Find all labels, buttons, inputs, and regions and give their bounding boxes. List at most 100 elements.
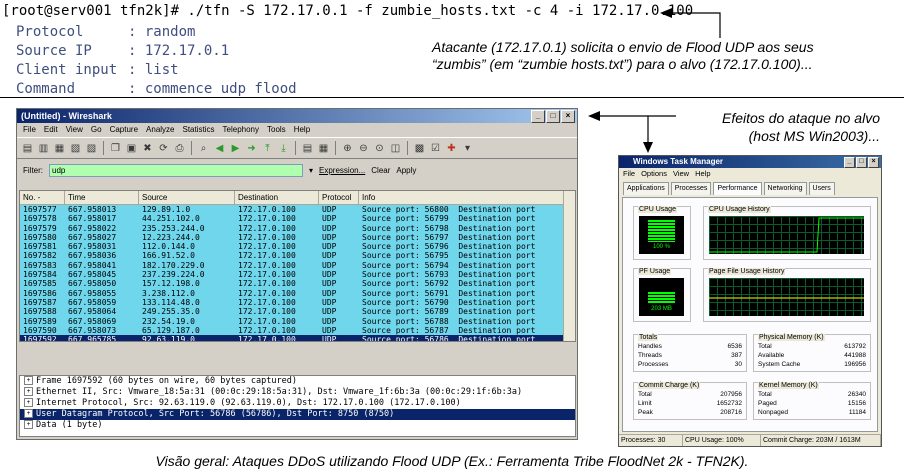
- packet-row[interactable]: 1697584 667.958045 237.239.224.0 172.17.0.1…: [20, 270, 575, 280]
- goto-icon[interactable]: ➜: [245, 142, 258, 155]
- packet-row[interactable]: 1697588 667.958064 249.255.35.0 172.17.0.10…: [20, 307, 575, 317]
- minimize-icon[interactable]: _: [531, 110, 545, 123]
- filter-dropdown-icon[interactable]: ▾: [309, 166, 313, 175]
- autoscroll-icon[interactable]: ▦: [317, 142, 330, 155]
- zoom-normal-icon[interactable]: ⊙: [373, 142, 386, 155]
- packet-row[interactable]: 1697586 667.958055 3.238.112.0 172.17.0.100…: [20, 288, 575, 298]
- physical-memory-label: Physical Memory (K): [758, 334, 825, 341]
- menu-item-go[interactable]: Go: [91, 123, 102, 137]
- filter-input[interactable]: udp: [49, 163, 303, 177]
- packet-row[interactable]: 1697577 667.958013 129.89.1.0 172.17.0.100 U…: [20, 205, 575, 215]
- menu-item-file[interactable]: File: [23, 123, 36, 137]
- packet-row[interactable]: 1697587 667.958059 133.114.48.0 172.17.0.10…: [20, 297, 575, 308]
- detail-row[interactable]: + User Datagram Protocol, Src Port: 56786…: [20, 409, 575, 420]
- maximize-icon[interactable]: □: [546, 110, 560, 123]
- expand-icon[interactable]: +: [24, 420, 33, 429]
- packet-row[interactable]: 1697589 667.958069 232.54.19.0 172.17.0.100…: [20, 316, 575, 326]
- packet-cell: 112.0.144.0: [142, 242, 195, 252]
- tm-menu-item-options[interactable]: Options: [641, 168, 667, 180]
- apply-button[interactable]: Apply: [396, 166, 416, 175]
- packet-row[interactable]: 1697580 667.958027 12.223.244.0 172.17.0.10…: [20, 232, 575, 243]
- print-icon[interactable]: ⎙: [173, 142, 186, 155]
- packet-row[interactable]: 1697583 667.958041 182.170.229.0 172.17.0.1…: [20, 260, 575, 271]
- menu-item-tools[interactable]: Tools: [267, 123, 286, 137]
- detail-row[interactable]: + Frame 1697592 (60 bytes on wire, 60 byt…: [20, 376, 575, 387]
- minimize-icon[interactable]: _: [844, 157, 855, 168]
- detail-row[interactable]: + Internet Protocol, Src: 92.63.119.0 (92…: [20, 398, 575, 409]
- stat-value: 30: [734, 361, 742, 368]
- expand-icon[interactable]: +: [24, 376, 33, 385]
- menu-item-view[interactable]: View: [66, 123, 83, 137]
- packet-row[interactable]: 1697585 667.958050 157.12.198.0 172.17.0.10…: [20, 279, 575, 289]
- packet-row[interactable]: 1697592 667.965785 92.63.119.0 172.17.0.100…: [20, 335, 575, 342]
- expand-icon[interactable]: +: [24, 398, 33, 407]
- tab-processes[interactable]: Processes: [670, 182, 712, 195]
- open-icon[interactable]: ❐: [109, 142, 122, 155]
- coloring-rules-icon[interactable]: ✚: [445, 142, 458, 155]
- column-header[interactable]: Time: [65, 191, 139, 204]
- packet-row[interactable]: 1697590 667.958073 65.129.187.0 172.17.0.10…: [20, 325, 575, 336]
- find-icon[interactable]: ⌕: [197, 142, 210, 155]
- packet-cell: 172.17.0.100: [238, 260, 296, 270]
- packet-list-scrollbar[interactable]: [563, 191, 575, 341]
- preferences-icon[interactable]: ▾: [461, 142, 474, 155]
- resize-columns-icon[interactable]: ◫: [389, 142, 402, 155]
- packet-row[interactable]: 1697578 667.958017 44.251.102.0 172.17.0.10…: [20, 214, 575, 224]
- packet-row[interactable]: 1697582 667.958036 166.91.52.0 172.17.0.100…: [20, 251, 575, 261]
- detail-row[interactable]: + Data (1 byte): [20, 420, 575, 431]
- detail-row[interactable]: + Ethernet II, Src: Vmware_18:5a:31 (00:0…: [20, 387, 575, 398]
- menu-item-statistics[interactable]: Statistics: [183, 123, 215, 137]
- tab-networking[interactable]: Networking: [763, 182, 807, 195]
- filter-label: Filter:: [23, 165, 43, 175]
- restart-capture-icon[interactable]: ▨: [85, 142, 98, 155]
- task-manager-window: Windows Task Manager _ □ × File Options Vi…: [618, 155, 882, 447]
- tab-performance[interactable]: Performance: [713, 182, 762, 195]
- close-icon[interactable]: ×: [561, 110, 575, 123]
- packet-cell: 92.63.119.0: [142, 335, 195, 342]
- wireshark-titlebar[interactable]: (Untitled) - Wireshark _ □ ×: [17, 109, 577, 123]
- tm-menu-item-file[interactable]: File: [623, 168, 635, 180]
- display-filters-icon[interactable]: ☑: [429, 142, 442, 155]
- task-manager-titlebar[interactable]: Windows Task Manager _ □ ×: [619, 156, 881, 168]
- menu-item-help[interactable]: Help: [294, 123, 310, 137]
- packet-row[interactable]: 1697581 667.958031 112.0.144.0 172.17.0.100…: [20, 242, 575, 252]
- column-header[interactable]: Info: [359, 191, 564, 204]
- capture-filters-icon[interactable]: ▩: [413, 142, 426, 155]
- menu-item-telephony[interactable]: Telephony: [223, 123, 259, 137]
- options-icon[interactable]: ▥: [37, 142, 50, 155]
- expand-icon[interactable]: +: [24, 409, 33, 418]
- tab-users[interactable]: Users: [808, 182, 835, 195]
- packet-row[interactable]: 1697579 667.958022 235.253.244.0 172.17.0.1…: [20, 223, 575, 233]
- expand-icon[interactable]: +: [24, 387, 33, 396]
- close-file-icon[interactable]: ✖: [141, 142, 154, 155]
- colorize-icon[interactable]: ▤: [301, 142, 314, 155]
- packet-cell: UDP: [322, 335, 337, 342]
- column-header[interactable]: No. -: [20, 191, 65, 204]
- close-icon[interactable]: ×: [868, 157, 879, 168]
- stop-capture-icon[interactable]: ▧: [69, 142, 82, 155]
- column-header[interactable]: Protocol: [319, 191, 359, 204]
- zoom-out-icon[interactable]: ⊖: [357, 142, 370, 155]
- pf-history-label: Page File Usage History: [708, 268, 786, 275]
- tm-menu-item-help[interactable]: Help: [695, 168, 710, 180]
- column-header[interactable]: Destination: [235, 191, 319, 204]
- column-header[interactable]: Source: [139, 191, 235, 204]
- zoom-in-icon[interactable]: ⊕: [341, 142, 354, 155]
- last-packet-icon[interactable]: ⤓: [277, 142, 290, 155]
- start-capture-icon[interactable]: ▦: [53, 142, 66, 155]
- menu-item-edit[interactable]: Edit: [44, 123, 58, 137]
- clear-button[interactable]: Clear: [371, 166, 390, 175]
- save-icon[interactable]: ▣: [125, 142, 138, 155]
- menu-item-analyze[interactable]: Analyze: [146, 123, 174, 137]
- expression-button[interactable]: Expression...: [319, 166, 365, 175]
- reload-icon[interactable]: ⟳: [157, 142, 170, 155]
- tab-applications[interactable]: Applications: [623, 182, 669, 195]
- interfaces-icon[interactable]: ▤: [21, 142, 34, 155]
- maximize-icon[interactable]: □: [856, 157, 867, 168]
- packet-cell: 667.958059: [68, 297, 117, 307]
- menu-item-capture[interactable]: Capture: [110, 123, 138, 137]
- back-icon[interactable]: ◀: [213, 142, 226, 155]
- first-packet-icon[interactable]: ⤒: [261, 142, 274, 155]
- tm-menu-item-view[interactable]: View: [673, 168, 689, 180]
- forward-icon[interactable]: ▶: [229, 142, 242, 155]
